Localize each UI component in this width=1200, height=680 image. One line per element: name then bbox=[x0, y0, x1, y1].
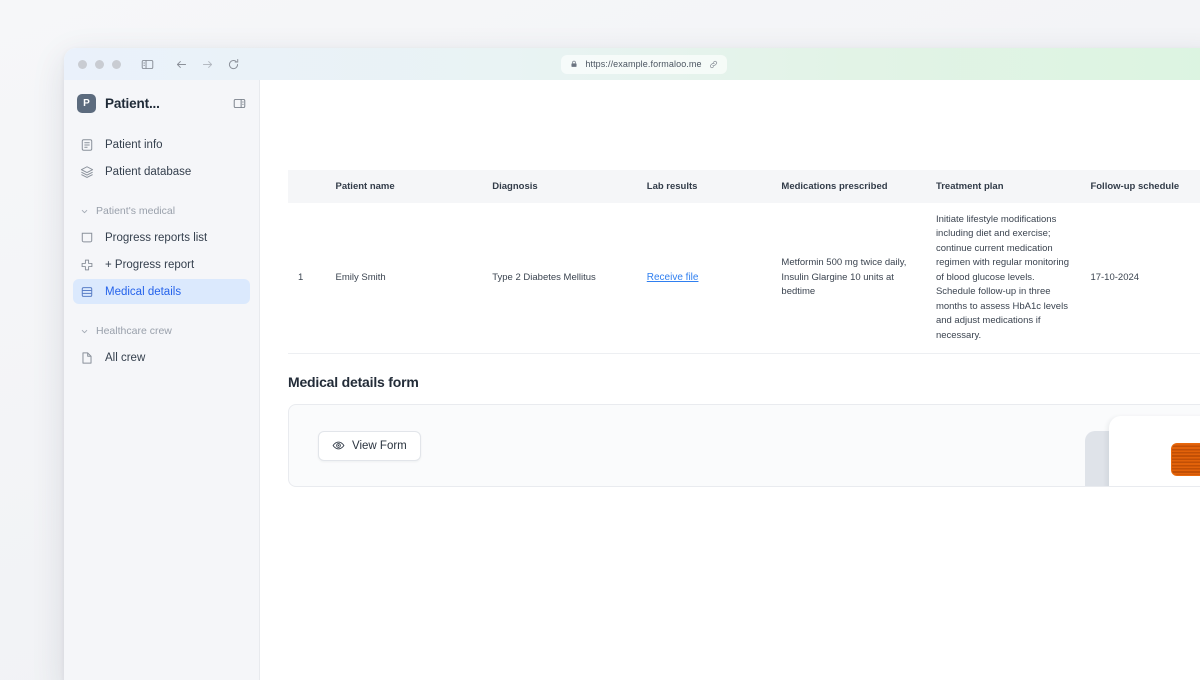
cell-diagnosis: Type 2 Diabetes Mellitus bbox=[492, 271, 596, 283]
sidebar-section-patients-medical[interactable]: Patient's medical bbox=[73, 200, 250, 222]
screen: https://example.formaloo.me P Patient... bbox=[0, 0, 1200, 680]
column-header-medications: Medications prescribed bbox=[781, 181, 888, 192]
minimize-window-button[interactable] bbox=[95, 59, 104, 69]
sidebar-item-add-progress-report[interactable]: + Progress report bbox=[73, 252, 250, 277]
app-logo: P bbox=[77, 93, 96, 113]
medical-details-table-wrap: Patient name Diagnosis Lab results Medic… bbox=[288, 170, 1200, 354]
sidebar-section-healthcare-crew[interactable]: Healthcare crew bbox=[73, 320, 250, 342]
layers-icon bbox=[80, 165, 95, 179]
cell-medications: Metformin 500 mg twice daily, Insulin Gl… bbox=[781, 257, 907, 298]
sidebar: P Patient... Patient info Patient databa… bbox=[64, 80, 260, 680]
panel-toggle-icon[interactable] bbox=[137, 54, 157, 74]
sidebar-item-progress-reports-list[interactable]: Progress reports list bbox=[73, 225, 250, 250]
table-head: Patient name Diagnosis Lab results Medic… bbox=[288, 170, 1200, 203]
browser-window: https://example.formaloo.me P Patient... bbox=[64, 48, 1200, 680]
lock-icon bbox=[570, 60, 578, 68]
form-card: View Form bbox=[288, 403, 1200, 487]
column-header-lab-results: Lab results bbox=[646, 181, 698, 192]
app-body: P Patient... Patient info Patient databa… bbox=[64, 80, 1200, 680]
sidebar-item-medical-details[interactable]: Medical details bbox=[73, 279, 250, 304]
sidebar-collapse-icon[interactable] bbox=[233, 97, 246, 110]
view-form-button[interactable]: View Form bbox=[318, 430, 421, 461]
url-text: https://example.formaloo.me bbox=[585, 59, 702, 69]
table-header-row: Patient name Diagnosis Lab results Medic… bbox=[288, 170, 1200, 203]
arrow-left-icon[interactable] bbox=[171, 54, 191, 74]
section-title: Medical details form bbox=[288, 373, 419, 390]
table-row[interactable]: 1 Emily Smith Type 2 Diabetes Mellitus R… bbox=[288, 203, 1200, 354]
sidebar-item-patient-info[interactable]: Patient info bbox=[73, 132, 250, 157]
receive-file-link[interactable]: Receive file bbox=[647, 272, 699, 283]
view-form-label: View Form bbox=[352, 439, 407, 452]
medical-details-table: Patient name Diagnosis Lab results Medic… bbox=[288, 170, 1200, 354]
cell-followup-schedule: 17-10-2024 bbox=[1090, 271, 1140, 283]
sidebar-item-label: Progress reports list bbox=[105, 231, 208, 244]
sidebar-item-label: All crew bbox=[105, 351, 146, 364]
reload-icon[interactable] bbox=[223, 54, 243, 74]
cell-patient-name: Emily Smith bbox=[335, 271, 386, 283]
sidebar-item-all-crew[interactable]: All crew bbox=[73, 345, 250, 370]
column-header-diagnosis: Diagnosis bbox=[492, 181, 538, 192]
sidebar-item-patient-database[interactable]: Patient database bbox=[73, 159, 250, 184]
window-icon bbox=[80, 231, 95, 245]
eye-icon bbox=[332, 439, 345, 452]
column-header-treatment-plan: Treatment plan bbox=[935, 181, 1004, 192]
cell-lab-results: Receive file bbox=[637, 203, 772, 353]
cell-treatment-plan: Initiate lifestyle modifications includi… bbox=[935, 214, 1069, 341]
chevron-down-icon bbox=[80, 207, 89, 216]
column-header-patient-name: Patient name bbox=[335, 181, 395, 192]
browser-toolbar: https://example.formaloo.me bbox=[64, 48, 1200, 80]
cell-row-index: 1 bbox=[298, 271, 304, 283]
column-header-followup: Follow-up schedule bbox=[1090, 181, 1180, 192]
file-icon bbox=[80, 351, 95, 365]
sidebar-item-label: Medical details bbox=[105, 285, 182, 298]
document-icon bbox=[80, 138, 95, 152]
main-content: Patient name Diagnosis Lab results Medic… bbox=[260, 80, 1200, 680]
sidebar-item-label: Patient info bbox=[105, 138, 163, 151]
column-header-index bbox=[288, 170, 326, 203]
close-window-button[interactable] bbox=[78, 59, 87, 69]
arrow-right-icon[interactable] bbox=[197, 54, 217, 74]
sidebar-section-label: Healthcare crew bbox=[96, 325, 172, 337]
address-bar[interactable]: https://example.formaloo.me bbox=[561, 54, 727, 74]
maximize-window-button[interactable] bbox=[112, 59, 121, 69]
sidebar-section-label: Patient's medical bbox=[96, 205, 176, 217]
plus-cross-icon bbox=[80, 258, 95, 272]
link-icon[interactable] bbox=[709, 60, 718, 69]
sidebar-item-label: Patient database bbox=[105, 165, 192, 178]
table-icon bbox=[80, 285, 95, 299]
chevron-down-icon bbox=[80, 327, 89, 336]
illustration-front-card bbox=[1109, 415, 1200, 486]
illustration-orange-square bbox=[1171, 442, 1200, 476]
form-preview-illustration bbox=[1069, 413, 1200, 486]
brand-row: P Patient... bbox=[73, 80, 250, 126]
sidebar-item-label: + Progress report bbox=[105, 258, 195, 271]
table-body: 1 Emily Smith Type 2 Diabetes Mellitus R… bbox=[288, 203, 1200, 354]
app-title: Patient... bbox=[105, 95, 160, 111]
traffic-lights[interactable] bbox=[78, 59, 121, 69]
medical-details-form-section: Medical details form View Form bbox=[288, 354, 1200, 487]
